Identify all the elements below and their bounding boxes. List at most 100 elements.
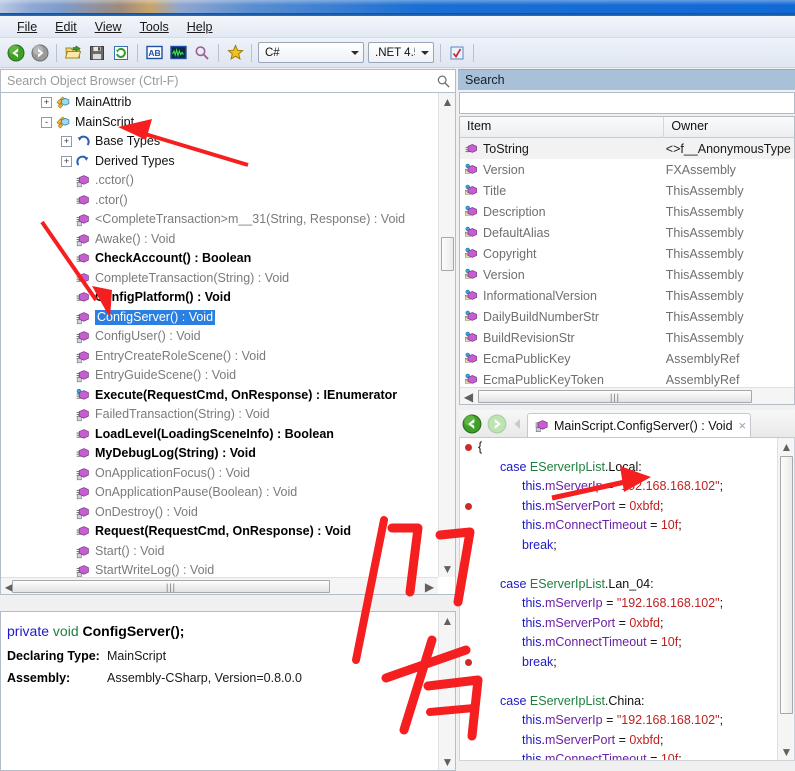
tree-item-configuser-void[interactable]: ConfigUser() : Void (1, 327, 439, 347)
grid-horizontal-scrollbar[interactable]: ◀ ||| (460, 387, 794, 404)
search-results-grid[interactable]: Item Owner ToString<>f__AnonymousTypeVer… (459, 116, 795, 405)
table-row[interactable]: VersionFXAssembly (460, 159, 794, 180)
close-icon[interactable]: × (739, 418, 747, 433)
tree-item-entryguidescene-void[interactable]: EntryGuideScene() : Void (1, 366, 439, 386)
tree-item-configserver-void[interactable]: ConfigServer() : Void (1, 308, 439, 328)
menu-item-file[interactable]: File (8, 18, 46, 36)
tree-item-cctor[interactable]: .cctor() (1, 171, 439, 191)
favorites-button[interactable] (223, 41, 247, 65)
table-row[interactable]: BuildRevisionStrThisAssembly (460, 327, 794, 348)
search-toolbar-button[interactable] (190, 41, 214, 65)
scroll-down-arrow-icon[interactable]: ▼ (778, 743, 795, 760)
framework-combo[interactable]: .NET 4.5 (368, 42, 434, 63)
table-row[interactable]: DescriptionThisAssembly (460, 201, 794, 222)
scroll-left-arrow-icon[interactable]: ◀ (460, 388, 477, 405)
code-text-area[interactable]: {case EServerIpList.Local:this.mServerIp… (460, 438, 777, 760)
cell-item-label: Version (483, 268, 525, 282)
code-forward-button[interactable] (484, 411, 509, 436)
code-view-pane[interactable]: {case EServerIpList.Local:this.mServerIp… (459, 437, 795, 761)
save-button[interactable] (85, 41, 109, 65)
expand-expander-icon[interactable]: + (41, 97, 52, 108)
code-vertical-scrollbar[interactable]: ▲ ▼ (777, 438, 794, 760)
tree-item-loadlevel-loadingsceneinfo-boolean[interactable]: LoadLevel(LoadingSceneInfo) : Boolean (1, 425, 439, 445)
table-row[interactable]: DailyBuildNumberStrThisAssembly (460, 306, 794, 327)
table-row[interactable]: TitleThisAssembly (460, 180, 794, 201)
expand-expander-icon[interactable]: + (61, 156, 72, 167)
scroll-up-arrow-icon[interactable]: ▲ (439, 93, 456, 110)
tree-item-derived-types[interactable]: +Derived Types (1, 152, 439, 172)
tree-item-mainattrib[interactable]: +MainAttrib (1, 93, 439, 113)
column-header-item[interactable]: Item (460, 117, 664, 138)
tree-item-startwritelog-void[interactable]: StartWriteLog() : Void (1, 561, 439, 577)
tree-vscroll-thumb[interactable] (441, 237, 454, 271)
tree-item-base-types[interactable]: +Base Types (1, 132, 439, 152)
search-object-browser-field[interactable]: Search Object Browser (Ctrl-F) (0, 69, 456, 93)
code-tab-label: MainScript.ConfigServer() : Void (554, 419, 733, 433)
tree-horizontal-scrollbar[interactable]: ◀ ||| ▶ (1, 577, 438, 594)
private-method-icon (75, 505, 92, 520)
tree-item-awake-void[interactable]: Awake() : Void (1, 230, 439, 250)
table-row[interactable]: VersionThisAssembly (460, 264, 794, 285)
tree-item-checkaccount-boolean[interactable]: CheckAccount() : Boolean (1, 249, 439, 269)
code-back-button[interactable] (459, 411, 484, 436)
refresh-button[interactable] (109, 41, 133, 65)
scroll-up-arrow-icon[interactable]: ▲ (439, 612, 456, 629)
tree-item-mydebuglog-string-void[interactable]: MyDebugLog(String) : Void (1, 444, 439, 464)
tree-item-configplatform-void[interactable]: ConfigPlatform() : Void (1, 288, 439, 308)
tree-item-execute-requestcmd-onresponse-ienumerator[interactable]: Execute(RequestCmd, OnResponse) : IEnume… (1, 386, 439, 406)
horizontal-splitter[interactable] (0, 595, 456, 611)
breakpoint-icon[interactable] (465, 659, 472, 666)
breakpoint-icon[interactable] (465, 444, 472, 451)
code-token: this (522, 518, 541, 532)
tree-item-request-requestcmd-onresponse-void[interactable]: Request(RequestCmd, OnResponse) : Void (1, 522, 439, 542)
checkmark-button[interactable] (445, 41, 469, 65)
details-vertical-scrollbar[interactable]: ▲ ▼ (438, 612, 455, 770)
scroll-down-arrow-icon[interactable]: ▼ (439, 753, 456, 770)
history-dropdown-button[interactable] (509, 411, 525, 436)
tree-vertical-scrollbar[interactable]: ▲ ▼ (438, 93, 455, 577)
scroll-right-arrow-icon[interactable]: ▶ (421, 578, 438, 595)
menu-item-edit[interactable]: Edit (46, 18, 86, 36)
column-header-owner[interactable]: Owner (664, 117, 794, 138)
scroll-up-arrow-icon[interactable]: ▲ (778, 438, 795, 455)
scroll-down-arrow-icon[interactable]: ▼ (439, 560, 456, 577)
code-tab-configserver[interactable]: MainScript.ConfigServer() : Void × (527, 413, 751, 437)
object-view-button[interactable] (166, 41, 190, 65)
language-combo[interactable]: C# (258, 42, 364, 63)
open-button[interactable] (61, 41, 85, 65)
breakpoint-icon[interactable] (465, 503, 472, 510)
code-token: mServerPort (545, 616, 615, 630)
code-vscroll-thumb[interactable] (780, 456, 793, 714)
table-row[interactable]: EcmaPublicKeyAssemblyRef (460, 348, 794, 369)
forward-button[interactable] (28, 41, 52, 65)
tree-item-ondestroy-void[interactable]: OnDestroy() : Void (1, 503, 439, 523)
tree-item-onapplicationfocus-void[interactable]: OnApplicationFocus() : Void (1, 464, 439, 484)
table-row[interactable]: ToString<>f__AnonymousType (460, 138, 794, 159)
tree-item-label: .cctor() (95, 173, 134, 188)
magnifier-icon[interactable] (436, 74, 451, 89)
table-row[interactable]: DefaultAliasThisAssembly (460, 222, 794, 243)
back-button[interactable] (4, 41, 28, 65)
sort-alphabetical-button[interactable]: AB (142, 41, 166, 65)
tree-item-failedtransaction-string-void[interactable]: FailedTransaction(String) : Void (1, 405, 439, 425)
table-row[interactable]: InformationalVersionThisAssembly (460, 285, 794, 306)
tree-item-mainscript[interactable]: -MainScript (1, 113, 439, 133)
tree-item-entrycreaterolescene-void[interactable]: EntryCreateRoleScene() : Void (1, 347, 439, 367)
tree-scroll-region[interactable]: +MainAttrib-MainScript+Base Types+Derive… (1, 93, 439, 577)
menu-item-view[interactable]: View (86, 18, 131, 36)
expand-expander-icon[interactable]: + (61, 136, 72, 147)
tree-item-ctor[interactable]: .ctor() (1, 191, 439, 211)
object-browser-tree[interactable]: +MainAttrib-MainScript+Base Types+Derive… (0, 93, 456, 595)
tree-hscroll-thumb[interactable]: ||| (12, 580, 330, 593)
tree-item-completetransaction-string-void[interactable]: CompleteTransaction(String) : Void (1, 269, 439, 289)
search-panel-input[interactable] (459, 92, 795, 114)
grid-hscroll-thumb[interactable]: ||| (478, 390, 752, 403)
menu-item-tools[interactable]: Tools (131, 18, 178, 36)
tree-item-start-void[interactable]: Start() : Void (1, 542, 439, 562)
tree-item-completetransaction-m-31-string-response-void[interactable]: <CompleteTransaction>m__31(String, Respo… (1, 210, 439, 230)
table-row[interactable]: CopyrightThisAssembly (460, 243, 794, 264)
code-token: EServerIpList (530, 460, 605, 474)
menu-item-help[interactable]: Help (178, 18, 222, 36)
tree-item-onapplicationpause-boolean-void[interactable]: OnApplicationPause(Boolean) : Void (1, 483, 439, 503)
collapse-expander-icon[interactable]: - (41, 117, 52, 128)
